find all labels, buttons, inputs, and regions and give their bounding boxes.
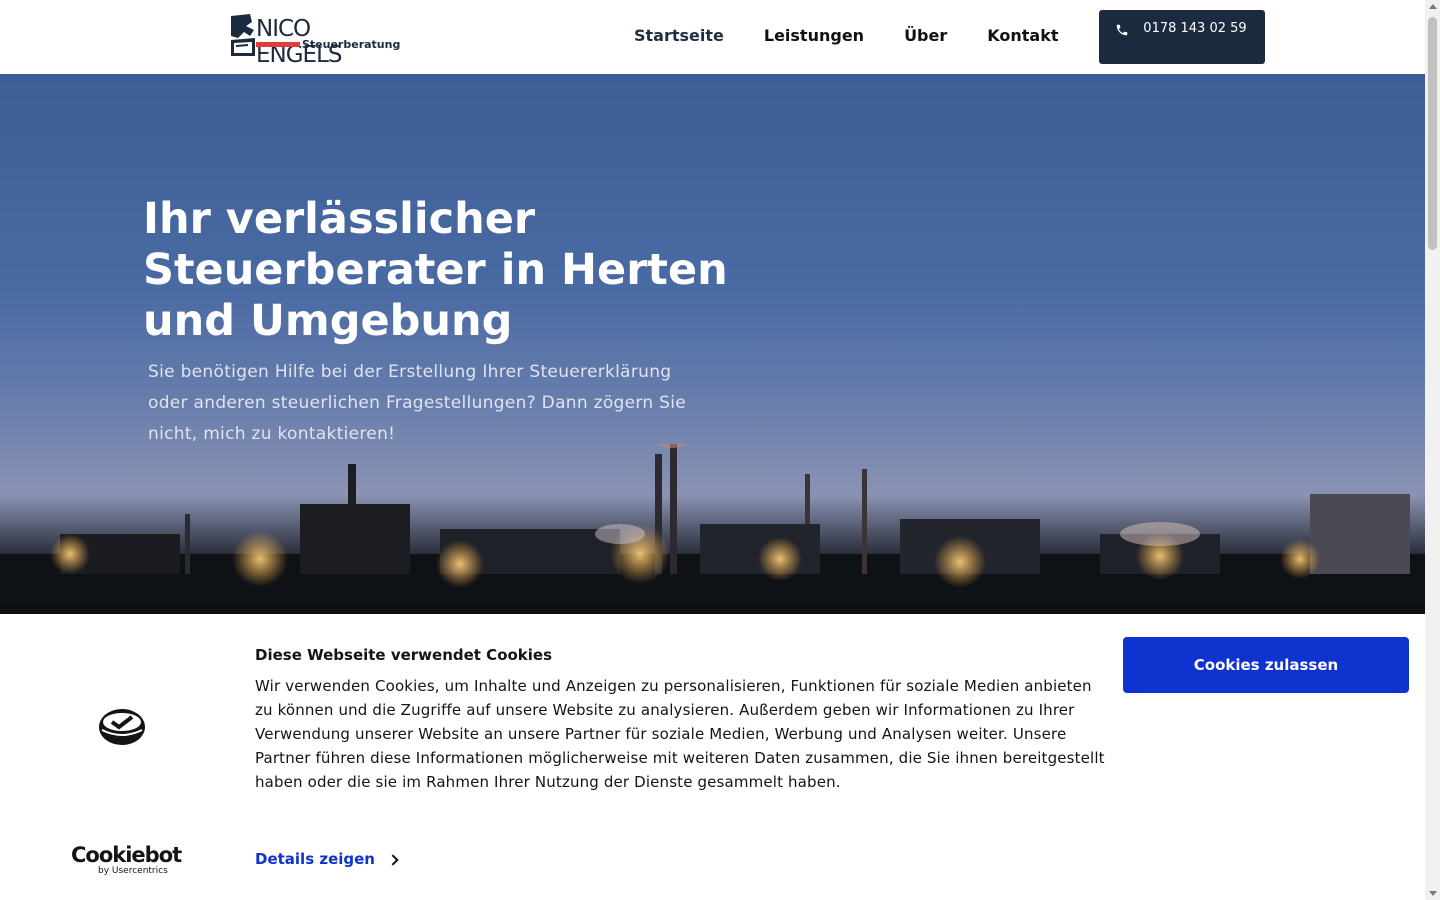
allow-cookies-button[interactable]: Cookies zulassen — [1123, 637, 1409, 693]
scroll-down-icon[interactable] — [1429, 891, 1437, 896]
nav-item-kontakt[interactable]: Kontakt — [987, 25, 1058, 47]
hero-title: Ihr verlässlicher Steuerberater in Herte… — [143, 194, 728, 346]
scroll-up-icon[interactable] — [1429, 4, 1437, 9]
page-scrollbar[interactable] — [1425, 0, 1440, 900]
phone-number: 0178 143 02 59 — [1143, 21, 1247, 36]
cookie-banner: Cookiebot by Usercentrics Diese Webseite… — [0, 614, 1425, 900]
cookie-banner-title: Diese Webseite verwendet Cookies — [255, 646, 553, 664]
nav-item-leistungen[interactable]: Leistungen — [764, 25, 864, 47]
show-details-label: Details zeigen — [255, 850, 375, 868]
hero-description: Sie benötigen Hilfe bei der Erstellung I… — [148, 362, 687, 444]
hero-skyline-image — [0, 444, 1425, 614]
main-nav: Startseite Leistungen Über Kontakt — [634, 25, 1058, 47]
site-logo[interactable]: NICO ENGELS Steuerberatung — [228, 10, 401, 68]
nav-item-startseite[interactable]: Startseite — [634, 25, 724, 47]
nav-item-ueber[interactable]: Über — [904, 25, 947, 47]
show-details-link[interactable]: Details zeigen — [255, 850, 399, 868]
cookiebot-brand: Cookiebot by Usercentrics — [71, 843, 182, 876]
cookiebot-brand-name: Cookiebot — [71, 843, 182, 867]
logo-mark-icon — [231, 14, 255, 56]
hero-section: Ihr verlässlicher Steuerberater in Herte… — [0, 74, 1425, 614]
cookiebot-brand-sub: by Usercentrics — [98, 866, 168, 876]
logo-subtitle: Steuerberatung — [302, 38, 401, 51]
site-header: NICO ENGELS Steuerberatung Startseite Le… — [0, 0, 1425, 74]
logo-accent-bar — [256, 42, 300, 47]
phone-button[interactable]: 0178 143 02 59 — [1099, 10, 1265, 64]
chevron-right-icon — [387, 853, 399, 866]
cookiebot-logo-icon — [99, 709, 145, 745]
phone-icon — [1116, 24, 1128, 36]
cookie-banner-text: Wir verwenden Cookies, um Inhalte und An… — [255, 677, 1105, 791]
scrollbar-thumb[interactable] — [1428, 17, 1437, 250]
